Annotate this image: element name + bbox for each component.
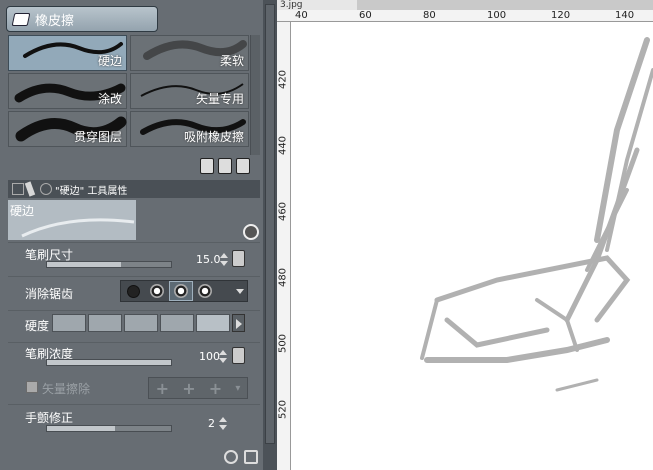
pressure-icon[interactable] <box>232 347 245 364</box>
brush-item-snap-eraser[interactable]: 吸附橡皮擦 <box>130 111 249 147</box>
antialias-strong[interactable] <box>193 281 217 301</box>
plus-icon[interactable]: + <box>209 379 222 398</box>
plus-icon[interactable]: + <box>182 379 195 398</box>
stabilization-slider[interactable] <box>46 425 172 432</box>
chevron-down-icon[interactable]: ▾ <box>235 383 240 394</box>
brush-list: 硬边 柔软 涂改 矢量专用 贯穿图层 吸附橡皮擦 <box>8 35 250 155</box>
prop-label: 矢量擦除 <box>42 382 91 396</box>
prop-stabilization: 手颤修正 2 <box>8 404 260 442</box>
brush-density-value: 100 <box>199 350 220 363</box>
prop-label: 消除锯齿 <box>25 287 74 301</box>
tool-property-header: "硬边" 工具属性 <box>8 180 260 198</box>
vector-erase-checkbox[interactable] <box>26 381 38 393</box>
pen-icon <box>24 181 36 197</box>
prop-brush-size: 笔刷尺寸 15.0 <box>8 242 260 276</box>
brush-item-label: 吸附橡皮擦 <box>183 130 244 144</box>
prop-label: 硬度 <box>25 319 50 333</box>
hardness-level-1[interactable] <box>52 314 86 332</box>
hardness-level-5[interactable] <box>196 314 230 332</box>
tool-tab-eraser[interactable]: 橡皮擦 <box>6 6 158 32</box>
brush-size-slider[interactable] <box>46 261 172 268</box>
menu-icon[interactable] <box>12 183 24 195</box>
canvas-sketch <box>420 37 653 392</box>
brush-item-correction[interactable]: 涂改 <box>8 73 127 109</box>
reset-icon[interactable] <box>224 450 238 464</box>
vector-erase-mode-selector: + + + ▾ <box>148 377 248 399</box>
tool-property-panel: 橡皮擦 硬边 柔软 涂改 矢量专用 贯穿图层 吸附橡皮擦 "硬边" 工具属性 硬… <box>0 0 263 470</box>
antialias-selector <box>120 280 248 302</box>
brush-size-spinner[interactable] <box>220 253 228 267</box>
trash-icon[interactable] <box>236 158 250 174</box>
brush-preview: 硬边 <box>8 200 136 240</box>
tool-property-title: "硬边" 工具属性 <box>55 185 128 197</box>
eraser-icon <box>11 12 31 26</box>
magnifier-icon[interactable] <box>243 224 259 240</box>
brush-item-hard-edge[interactable]: 硬边 <box>8 35 127 71</box>
chevron-right-icon[interactable] <box>232 314 245 332</box>
antialias-medium[interactable] <box>169 281 193 301</box>
hardness-level-3[interactable] <box>124 314 158 332</box>
brush-item-label: 涂改 <box>97 92 122 106</box>
antialias-none[interactable] <box>121 281 145 301</box>
canvas-area[interactable]: 3.jpg 40 60 80 100 120 140 420 440 460 4… <box>277 0 653 470</box>
antialias-weak[interactable] <box>145 281 169 301</box>
wrench-icon[interactable] <box>244 450 258 464</box>
brush-density-spinner[interactable] <box>219 350 227 364</box>
new-brush-icon[interactable] <box>218 158 232 174</box>
brush-list-scrollbar[interactable] <box>250 35 260 155</box>
pressure-icon[interactable] <box>232 250 245 267</box>
brush-item-label: 硬边 <box>97 54 122 68</box>
panel-bottom-icons <box>224 450 258 464</box>
chevron-down-icon[interactable] <box>236 289 244 294</box>
stabilization-value: 2 <box>208 417 215 430</box>
brush-toolbar <box>200 158 250 174</box>
plus-icon[interactable]: + <box>156 379 169 398</box>
gear-icon <box>40 183 52 195</box>
panel-scrollbar[interactable] <box>263 0 277 470</box>
prop-vector-erase: 矢量擦除 + + + ▾ <box>8 376 260 402</box>
hardness-level-4[interactable] <box>160 314 194 332</box>
brush-density-slider[interactable] <box>46 359 172 366</box>
prop-brush-density: 笔刷浓度 100 <box>8 342 260 376</box>
brush-item-label: 矢量专用 <box>195 92 244 106</box>
brush-item-label: 贯穿图层 <box>73 130 122 144</box>
hardness-selector <box>52 314 230 332</box>
stabilization-spinner[interactable] <box>219 417 227 431</box>
brush-settings-icon[interactable] <box>200 158 214 174</box>
hardness-level-2[interactable] <box>88 314 122 332</box>
brush-item-through-layers[interactable]: 贯穿图层 <box>8 111 127 147</box>
prop-label: 手颤修正 <box>25 411 74 425</box>
brush-item-vector-only[interactable]: 矢量专用 <box>130 73 249 109</box>
brush-size-value: 15.0 <box>196 253 221 266</box>
tool-tab-label: 橡皮擦 <box>35 13 75 29</box>
brush-item-soft[interactable]: 柔软 <box>130 35 249 71</box>
brush-preview-name: 硬边 <box>10 204 35 218</box>
brush-item-label: 柔软 <box>219 54 244 68</box>
